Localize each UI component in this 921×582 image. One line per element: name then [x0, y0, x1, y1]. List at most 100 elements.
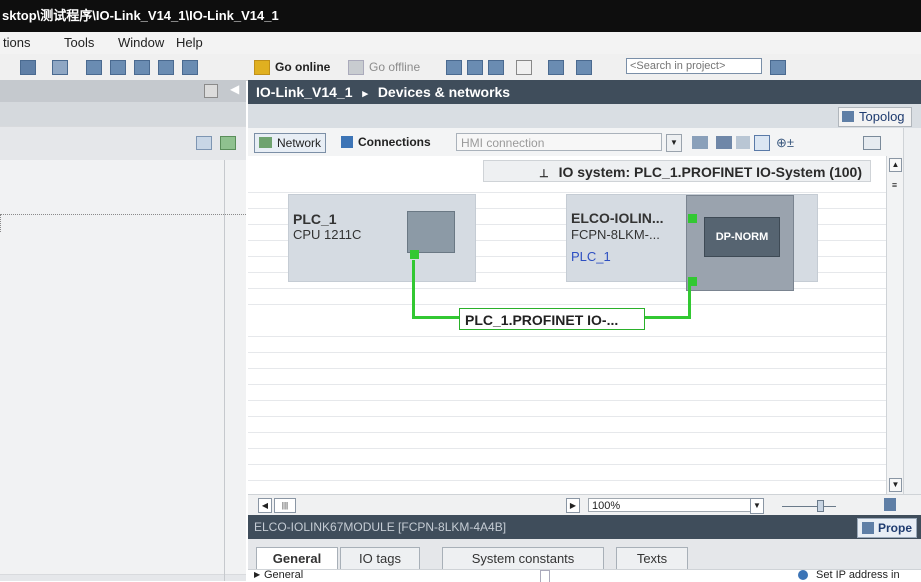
zoom-select[interactable]: 100% — [588, 498, 758, 512]
tree-row[interactable] — [0, 556, 246, 575]
tab-general[interactable]: General — [256, 547, 338, 571]
tree-row[interactable] — [0, 250, 246, 269]
tab-system-constants[interactable]: System constants — [442, 547, 604, 571]
go-offline-button[interactable]: Go offline — [369, 60, 420, 74]
tree-row[interactable] — [0, 466, 246, 485]
tab-topology-view[interactable]: Topolog — [838, 107, 912, 127]
upload-icon[interactable] — [134, 60, 150, 75]
tab-properties[interactable]: Prope — [857, 518, 918, 538]
menu-tools[interactable]: Tools — [64, 35, 94, 50]
tree-row[interactable] — [0, 412, 246, 431]
menu-help[interactable]: Help — [176, 35, 203, 50]
overview-icon[interactable] — [754, 135, 770, 151]
undo-icon[interactable] — [20, 60, 36, 75]
zoom-slider-thumb[interactable] — [817, 500, 824, 512]
menu-options[interactable]: tions — [3, 35, 30, 50]
simulation-icon[interactable] — [158, 60, 174, 75]
tree-add-icon[interactable] — [220, 136, 236, 150]
tree-row[interactable] — [0, 268, 246, 287]
tree-row[interactable] — [0, 430, 246, 449]
network-button[interactable]: Network — [254, 133, 327, 153]
panel-toggle-icon[interactable] — [863, 136, 881, 150]
tree-row[interactable] — [0, 448, 246, 467]
tree-toolbar — [0, 102, 246, 127]
tree-row[interactable] — [0, 178, 246, 197]
pin-icon[interactable]: ⊥ — [539, 168, 549, 180]
scroll-left-icon[interactable]: ◀ — [258, 498, 272, 513]
tree-row[interactable] — [0, 394, 246, 413]
start-cpu-icon[interactable] — [467, 60, 483, 75]
scroll-up-icon[interactable]: ▲ — [889, 158, 902, 172]
stop-cpu-icon[interactable] — [488, 60, 504, 75]
tab-texts[interactable]: Texts — [616, 547, 688, 571]
collapse-panel-icon[interactable] — [204, 84, 218, 98]
scroll-right-icon[interactable]: ▶ — [566, 498, 580, 513]
go-online-icon[interactable] — [254, 60, 270, 75]
network-canvas[interactable]: ⊥ IO system: PLC_1.PROFINET IO-System (1… — [248, 156, 886, 494]
tree-item-general[interactable]: General — [264, 570, 303, 581]
profinet-line[interactable] — [412, 260, 415, 318]
accessible-devices-icon[interactable] — [446, 60, 462, 75]
search-input[interactable] — [626, 58, 762, 74]
canvas-vertical-scrollbar[interactable]: ▲ ≡ ▼ — [886, 156, 903, 494]
scroll-down-icon[interactable]: ▼ — [889, 478, 902, 492]
radio-selected-icon[interactable] — [798, 570, 808, 580]
expand-icon[interactable]: ▶ — [254, 570, 260, 579]
tree-row[interactable] — [0, 538, 246, 557]
split-horizontal-icon[interactable] — [548, 60, 564, 75]
tree-row[interactable] — [0, 340, 246, 359]
connections-button[interactable]: Connections — [338, 133, 435, 151]
tree-row[interactable] — [0, 160, 246, 179]
compile-icon[interactable] — [86, 60, 102, 75]
profinet-line[interactable] — [412, 316, 460, 319]
profinet-line[interactable] — [688, 286, 691, 319]
menu-window[interactable]: Window — [118, 35, 164, 50]
collapse-arrow-icon[interactable]: ◀ — [230, 82, 239, 96]
plc-device[interactable]: PLC_1 CPU 1211C — [288, 194, 476, 282]
tree-row[interactable] — [0, 520, 246, 539]
zoom-in-icon[interactable]: ⊕± — [776, 135, 794, 151]
connection-type-select[interactable]: HMI connection — [456, 133, 662, 151]
split-vertical-icon[interactable] — [576, 60, 592, 75]
download-icon[interactable] — [110, 60, 126, 75]
breadcrumb-project[interactable]: IO-Link_V14_1 — [256, 84, 353, 100]
tree-view-icon[interactable] — [196, 136, 212, 150]
search-icon[interactable] — [770, 60, 786, 75]
plc-profinet-port[interactable] — [410, 250, 419, 259]
content-scrollbar[interactable] — [540, 570, 550, 582]
tree-row[interactable] — [0, 484, 246, 503]
profinet-network-label[interactable]: PLC_1.PROFINET IO-... — [459, 308, 645, 330]
tree-row[interactable] — [0, 358, 246, 377]
task-cards-strip[interactable] — [903, 128, 921, 515]
tree-row[interactable] — [0, 322, 246, 341]
io-device-controller-link[interactable]: PLC_1 — [571, 249, 611, 264]
dp-norm-module[interactable]: DP-NORM — [704, 217, 780, 257]
network-view-icon[interactable] — [716, 136, 732, 149]
cpu-start-icon[interactable] — [182, 60, 198, 75]
tree-row[interactable] — [0, 232, 246, 251]
profinet-line[interactable] — [644, 316, 690, 319]
zoom-dropdown-icon[interactable]: ▼ — [750, 498, 764, 514]
set-ip-address-option[interactable]: Set IP address in — [816, 570, 900, 581]
cross-reference-icon[interactable] — [516, 60, 532, 75]
io-device-name: ELCO-IOLIN... — [571, 210, 664, 226]
tree-row-selected[interactable] — [0, 214, 246, 234]
go-online-button[interactable]: Go online — [275, 60, 330, 74]
canvas-horizontal-scrollbar[interactable]: ◀ ||| ▶ 100% ▼ — [248, 494, 921, 516]
io-device-profinet-port[interactable] — [688, 277, 697, 286]
scroll-grip-icon[interactable]: ≡ — [889, 180, 900, 194]
address-overview-icon[interactable] — [692, 136, 708, 149]
redo-icon[interactable] — [52, 60, 68, 75]
table-icon[interactable] — [736, 136, 750, 149]
chevron-down-icon[interactable]: ▼ — [666, 134, 682, 152]
tree-row[interactable] — [0, 304, 246, 323]
network-overview-icon[interactable] — [884, 498, 896, 511]
zoom-slider[interactable] — [782, 506, 836, 507]
tree-row[interactable] — [0, 502, 246, 521]
tree-row[interactable] — [0, 376, 246, 395]
tree-row[interactable] — [0, 196, 246, 215]
scroll-thumb[interactable]: ||| — [274, 498, 296, 513]
tree-row[interactable] — [0, 286, 246, 305]
io-device[interactable]: ELCO-IOLIN... FCPN-8LKM-... PLC_1 DP-NOR… — [566, 194, 818, 291]
tab-io-tags[interactable]: IO tags — [340, 547, 420, 571]
